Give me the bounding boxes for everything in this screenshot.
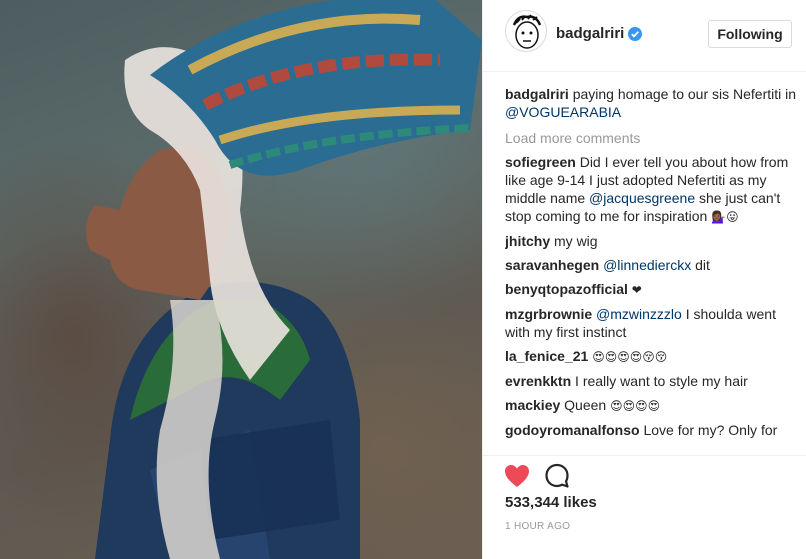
post-details-panel: badgalriri Following badgalriri paying h…	[482, 0, 806, 559]
comment-username[interactable]: la_fenice_21	[505, 348, 588, 364]
comment-text: I really want to style my hair	[575, 373, 748, 389]
comment-item: evrenkktn I really want to style my hair	[505, 372, 797, 390]
post-header: badgalriri Following	[483, 0, 806, 72]
comment-item: jhitchy my wig	[505, 232, 797, 250]
comment-username[interactable]: mackiey	[505, 397, 560, 413]
post-timestamp[interactable]: 1 HOUR AGO	[505, 521, 570, 532]
comment-emoji: 😍😍😍😍	[610, 399, 661, 413]
comment-icon[interactable]	[544, 463, 570, 489]
comment-username[interactable]: sofiegreen	[505, 154, 576, 170]
portrait-illustration	[86, 0, 482, 559]
avatar[interactable]	[505, 10, 547, 52]
comments-list[interactable]: badgalriri paying homage to our sis Nefe…	[505, 85, 797, 451]
comment-text: Love for my? Only for	[643, 422, 778, 438]
comment-mention[interactable]: @linnedierckx	[603, 257, 691, 273]
post-caption: badgalriri paying homage to our sis Nefe…	[505, 85, 797, 121]
comment-emoji: ❤	[631, 283, 642, 297]
caption-username[interactable]: badgalriri	[505, 86, 569, 102]
verified-badge-icon	[628, 27, 642, 41]
comment-item: mackiey Queen 😍😍😍😍	[505, 396, 797, 415]
caption-text: paying homage to our sis Nefertiti in	[572, 86, 797, 102]
post-username[interactable]: badgalriri	[556, 25, 624, 42]
comment-text-continued: dit	[695, 257, 710, 273]
comment-username[interactable]: godoyromanalfonso	[505, 422, 640, 438]
comment-username[interactable]: evrenkktn	[505, 373, 571, 389]
comment-emoji: 😍😍😍😍😚😚	[592, 350, 668, 364]
load-more-comments-link[interactable]: Load more comments	[505, 129, 797, 147]
comment-item: mzgrbrownie @mzwinzzzlo I shoulda went w…	[505, 305, 797, 341]
likes-count[interactable]: 533,344 likes	[505, 494, 597, 511]
comment-username[interactable]: saravanhegen	[505, 257, 599, 273]
post-photo[interactable]	[0, 0, 482, 559]
comment-username[interactable]: mzgrbrownie	[505, 306, 592, 322]
caption-mention[interactable]: @VOGUEARABIA	[505, 104, 621, 120]
comment-text: my wig	[554, 233, 598, 249]
comment-item: sofiegreen Did I ever tell you about how…	[505, 153, 797, 226]
following-button[interactable]: Following	[708, 20, 792, 48]
comment-item: godoyromanalfonso Love for my? Only for	[505, 421, 797, 439]
comment-item: benyqtopazofficial ❤	[505, 280, 797, 299]
heart-icon[interactable]	[504, 464, 530, 488]
comment-item: saravanhegen @linnedierckx dit	[505, 256, 797, 274]
comment-username[interactable]: jhitchy	[505, 233, 550, 249]
comment-text: Queen	[564, 397, 607, 413]
comment-item: la_fenice_21 😍😍😍😍😚😚	[505, 347, 797, 366]
comment-emoji: 💁🏾‍♀️😛	[711, 210, 739, 224]
cartoon-face-icon	[512, 14, 542, 49]
comment-mention[interactable]: @jacquesgreene	[589, 190, 695, 206]
comment-username[interactable]: benyqtopazofficial	[505, 281, 628, 297]
post-actions: 533,344 likes 1 HOUR AGO	[483, 455, 806, 559]
comment-mention[interactable]: @mzwinzzzlo	[596, 306, 682, 322]
